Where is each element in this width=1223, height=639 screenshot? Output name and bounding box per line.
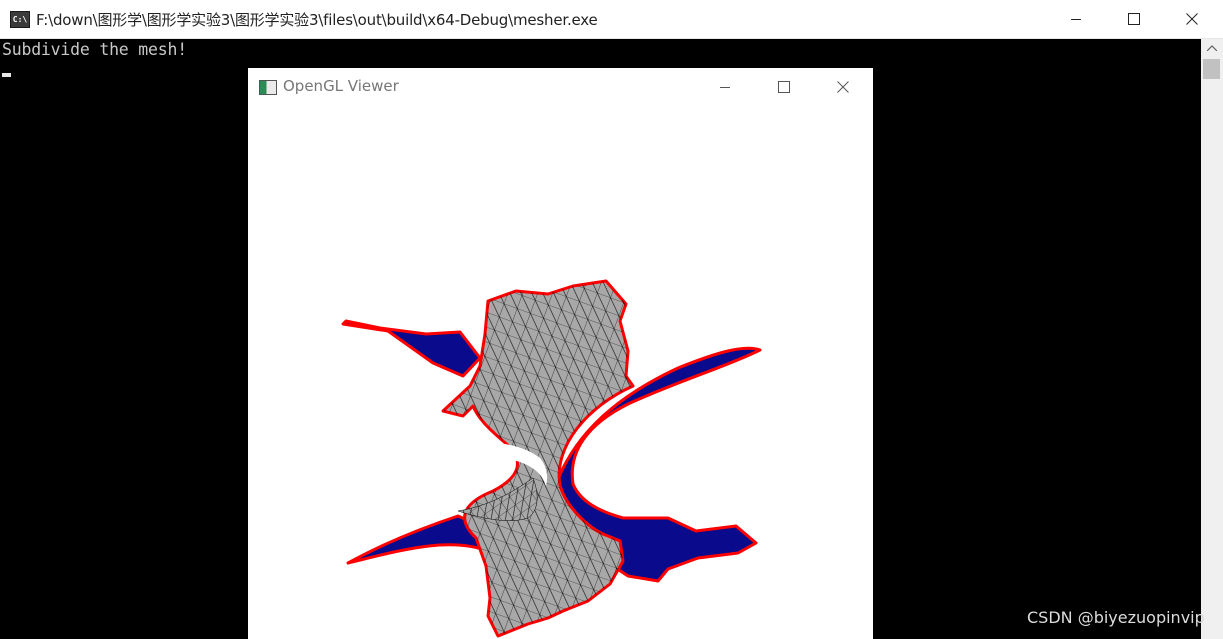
minimize-icon xyxy=(720,87,730,88)
chevron-up-icon xyxy=(1207,45,1217,51)
console-cursor xyxy=(2,73,11,77)
maximize-icon xyxy=(1128,13,1140,25)
opengl-minimize-button[interactable] xyxy=(696,68,754,106)
console-output-line: Subdivide the mesh! xyxy=(2,40,187,59)
close-icon xyxy=(837,81,849,93)
console-titlebar[interactable]: C:\ F:\down\图形学\图形学实验3\图形学实验3\files\out\… xyxy=(0,0,1223,39)
opengl-app-icon xyxy=(259,80,277,95)
maximize-button[interactable] xyxy=(1105,0,1163,38)
console-window-title: F:\down\图形学\图形学实验3\图形学实验3\files\out\buil… xyxy=(36,11,598,29)
close-button[interactable] xyxy=(1163,0,1221,38)
opengl-titlebar[interactable]: OpenGL Viewer xyxy=(248,68,873,106)
minimize-icon xyxy=(1071,19,1081,20)
opengl-render-canvas[interactable] xyxy=(248,106,873,639)
vertical-scrollbar[interactable] xyxy=(1201,39,1223,639)
opengl-viewer-window: OpenGL Viewer xyxy=(248,68,873,639)
close-icon xyxy=(1186,13,1198,25)
scrollbar-thumb[interactable] xyxy=(1203,59,1220,79)
mesh-backface-left xyxy=(341,319,482,378)
mesh-dense-wire xyxy=(458,478,538,521)
scroll-up-button[interactable] xyxy=(1201,39,1223,57)
console-app-icon: C:\ xyxy=(10,11,30,28)
maximize-icon xyxy=(778,81,790,93)
opengl-maximize-button[interactable] xyxy=(755,68,813,106)
opengl-close-button[interactable] xyxy=(814,68,872,106)
watermark-text: CSDN @biyezuopinvip xyxy=(1027,608,1205,627)
opengl-window-title: OpenGL Viewer xyxy=(283,77,399,95)
minimize-button[interactable] xyxy=(1047,0,1105,38)
